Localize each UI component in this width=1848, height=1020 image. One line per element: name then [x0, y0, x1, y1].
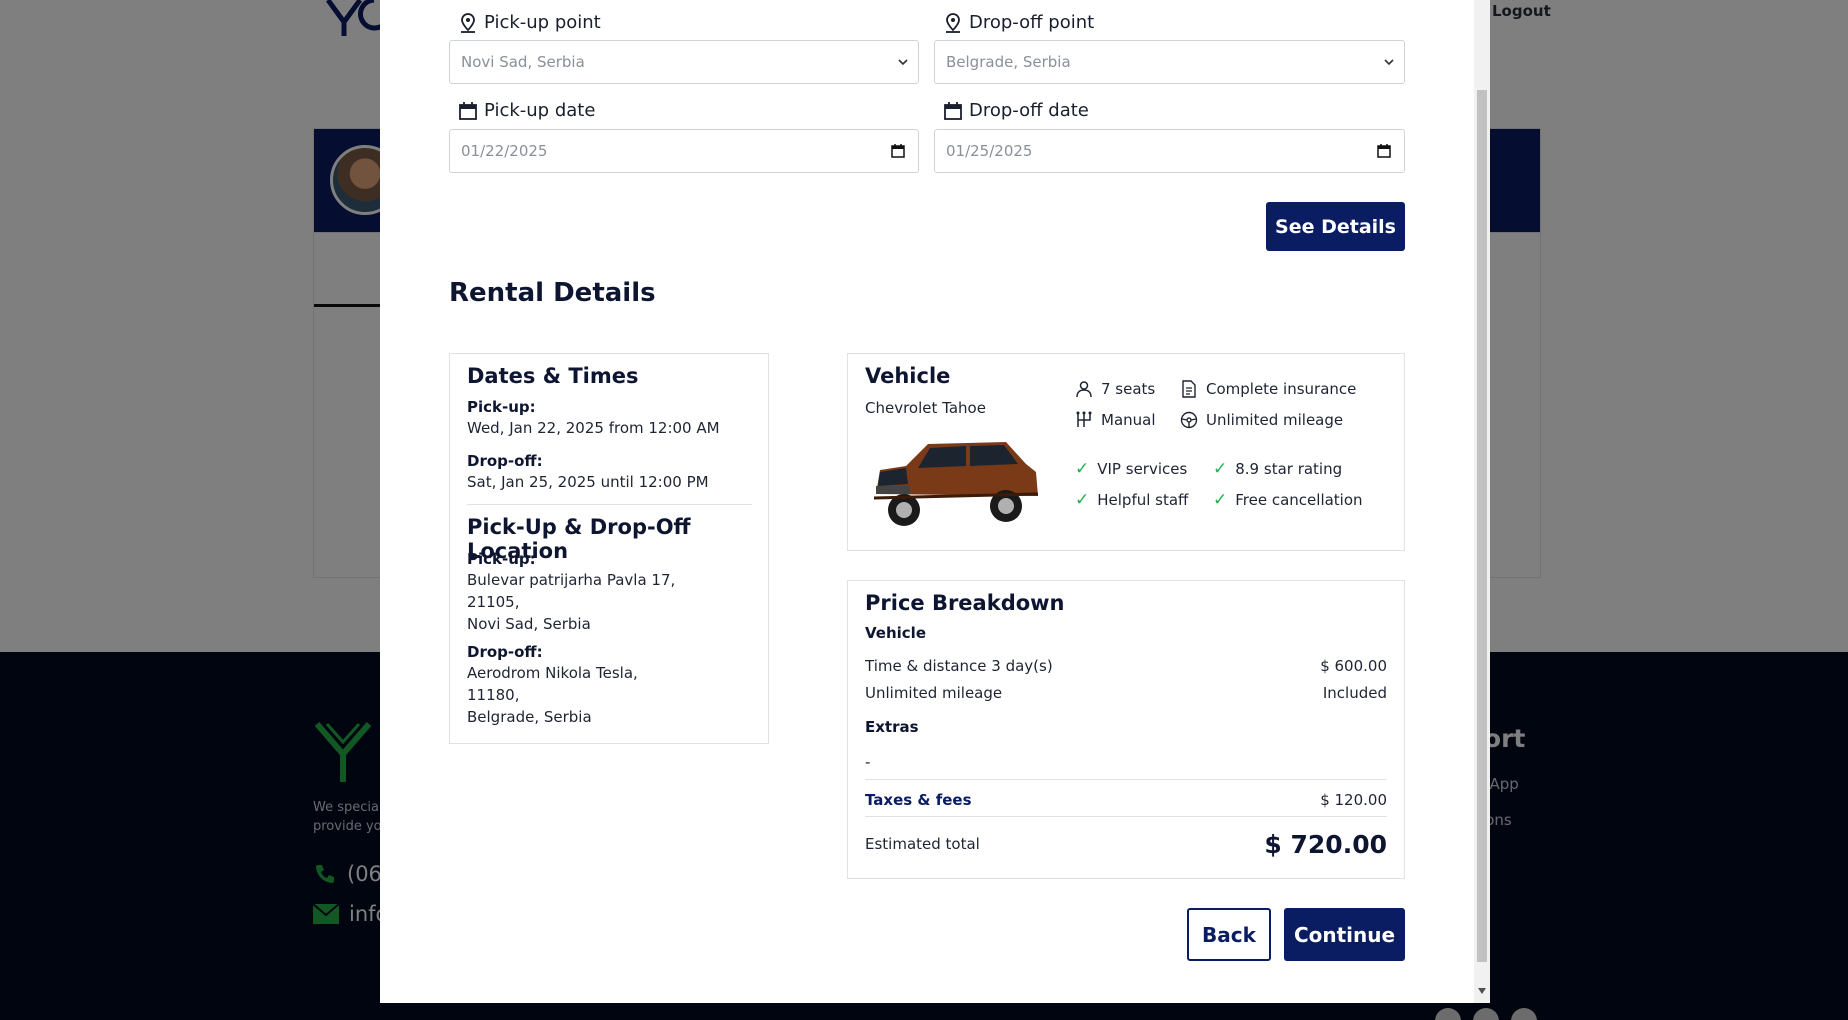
continue-button[interactable]: Continue	[1284, 908, 1405, 961]
vehicle-model: Chevrolet Tahoe	[865, 399, 986, 417]
seats-text: 7 seats	[1101, 380, 1156, 398]
dropoff-address-line2: 11180,	[467, 686, 520, 704]
rental-details-title: Rental Details	[449, 278, 656, 308]
price-row-label: Unlimited mileage	[865, 684, 1003, 702]
calendar-picker-icon[interactable]	[890, 143, 906, 159]
divider	[467, 504, 752, 505]
document-icon	[1182, 380, 1196, 398]
scroll-down-arrow-icon[interactable]	[1478, 988, 1486, 994]
price-row-mileage: Unlimited mileage Included	[865, 684, 1387, 702]
pickup-time-value: Wed, Jan 22, 2025 from 12:00 AM	[467, 419, 720, 437]
perk-text: Free cancellation	[1235, 491, 1363, 509]
dropoff-address-line3: Belgrade, Serbia	[467, 708, 592, 726]
dates-location-card: Dates & Times Pick-up: Wed, Jan 22, 2025…	[449, 353, 769, 744]
back-button[interactable]: Back	[1187, 908, 1271, 961]
dropoff-date-value: 01/25/2025	[946, 142, 1033, 160]
perk-item: ✓ Free cancellation	[1213, 490, 1363, 510]
price-row-value: $ 600.00	[1320, 657, 1387, 675]
perk-text: 8.9 star rating	[1235, 460, 1343, 478]
perk-item: ✓ 8.9 star rating	[1213, 459, 1342, 479]
check-icon: ✓	[1213, 490, 1228, 510]
dropoff-location-label: Drop-off:	[467, 643, 543, 661]
taxes-value: $ 120.00	[1320, 791, 1387, 809]
transmission-text: Manual	[1101, 411, 1156, 429]
pickup-date-label: Pick-up date	[458, 100, 595, 121]
dropoff-point-label: Drop-off point	[943, 12, 1094, 33]
pickup-address-line1: Bulevar patrijarha Pavla 17,	[467, 571, 676, 589]
check-icon: ✓	[1075, 459, 1090, 479]
scrollbar-thumb[interactable]	[1477, 90, 1487, 962]
price-row-total: Estimated total $ 720.00	[865, 827, 1387, 861]
calendar-picker-icon[interactable]	[1376, 143, 1392, 159]
modal-scrollbar[interactable]	[1474, 0, 1490, 1003]
total-value: $ 720.00	[1264, 829, 1387, 859]
pickup-point-label: Pick-up point	[458, 12, 601, 33]
car-image	[873, 442, 1039, 526]
seats-feature: 7 seats	[1075, 380, 1155, 398]
price-row-label: Time & distance 3 day(s)	[865, 657, 1053, 675]
calendar-icon	[944, 101, 962, 120]
transmission-feature: Manual	[1075, 411, 1156, 429]
gear-shift-icon	[1076, 411, 1092, 427]
pickup-location-label: Pick-up:	[467, 550, 536, 568]
dates-times-heading: Dates & Times	[467, 364, 639, 388]
perk-text: VIP services	[1097, 460, 1188, 478]
chevron-down-icon	[898, 59, 908, 66]
map-pin-icon	[946, 12, 960, 33]
booking-modal: Pick-up point Novi Sad, Serbia Drop-off …	[380, 0, 1490, 1003]
price-breakdown-heading: Price Breakdown	[865, 591, 1065, 615]
pickup-point-label-text: Pick-up point	[484, 12, 601, 33]
pickup-address-line2: 21105,	[467, 593, 520, 611]
vehicle-card: Vehicle Chevrolet Tahoe 7 seats Complete…	[847, 353, 1405, 551]
dropoff-time-value: Sat, Jan 25, 2025 until 12:00 PM	[467, 473, 709, 491]
calendar-icon	[459, 101, 477, 120]
mileage-feature: Unlimited mileage	[1180, 411, 1343, 429]
pickup-point-select[interactable]: Novi Sad, Serbia	[449, 40, 919, 84]
pickup-date-value: 01/22/2025	[461, 142, 548, 160]
dropoff-time-label: Drop-off:	[467, 452, 543, 470]
price-breakdown-card: Price Breakdown Vehicle Time & distance …	[847, 580, 1405, 879]
perk-item: ✓ VIP services	[1075, 459, 1187, 479]
price-extras-label: Extras	[865, 718, 919, 736]
chevron-down-icon	[1384, 59, 1394, 66]
price-row-time-distance: Time & distance 3 day(s) $ 600.00	[865, 657, 1387, 675]
map-pin-icon	[461, 12, 475, 33]
see-details-button[interactable]: See Details	[1266, 202, 1405, 251]
pickup-time-label: Pick-up:	[467, 398, 536, 416]
steering-wheel-icon	[1180, 411, 1198, 429]
dropoff-date-input[interactable]: 01/25/2025	[934, 129, 1405, 173]
divider	[865, 816, 1387, 817]
price-vehicle-label: Vehicle	[865, 624, 926, 642]
pickup-date-label-text: Pick-up date	[484, 100, 596, 121]
check-icon: ✓	[1075, 490, 1090, 510]
dropoff-date-label-text: Drop-off date	[969, 100, 1089, 121]
mileage-text: Unlimited mileage	[1206, 411, 1344, 429]
dropoff-point-label-text: Drop-off point	[969, 12, 1095, 33]
dropoff-date-label: Drop-off date	[943, 100, 1089, 121]
dropoff-point-select[interactable]: Belgrade, Serbia	[934, 40, 1405, 84]
pickup-address-line3: Novi Sad, Serbia	[467, 615, 591, 633]
divider	[865, 779, 1387, 780]
vehicle-heading: Vehicle	[865, 364, 951, 388]
perk-text: Helpful staff	[1097, 491, 1189, 509]
check-icon: ✓	[1213, 459, 1228, 479]
total-label: Estimated total	[865, 835, 980, 853]
dropoff-point-value: Belgrade, Serbia	[946, 53, 1071, 71]
price-extras-value: -	[865, 753, 871, 771]
price-row-value: Included	[1322, 684, 1387, 702]
taxes-label[interactable]: Taxes & fees	[865, 791, 972, 809]
insurance-text: Complete insurance	[1206, 380, 1357, 398]
dropoff-address-line1: Aerodrom Nikola Tesla,	[467, 664, 638, 682]
pickup-date-input[interactable]: 01/22/2025	[449, 129, 919, 173]
person-icon	[1076, 381, 1092, 398]
insurance-feature: Complete insurance	[1180, 380, 1356, 398]
price-row-taxes: Taxes & fees $ 120.00	[865, 791, 1387, 809]
pickup-point-value: Novi Sad, Serbia	[461, 53, 585, 71]
perk-item: ✓ Helpful staff	[1075, 490, 1188, 510]
